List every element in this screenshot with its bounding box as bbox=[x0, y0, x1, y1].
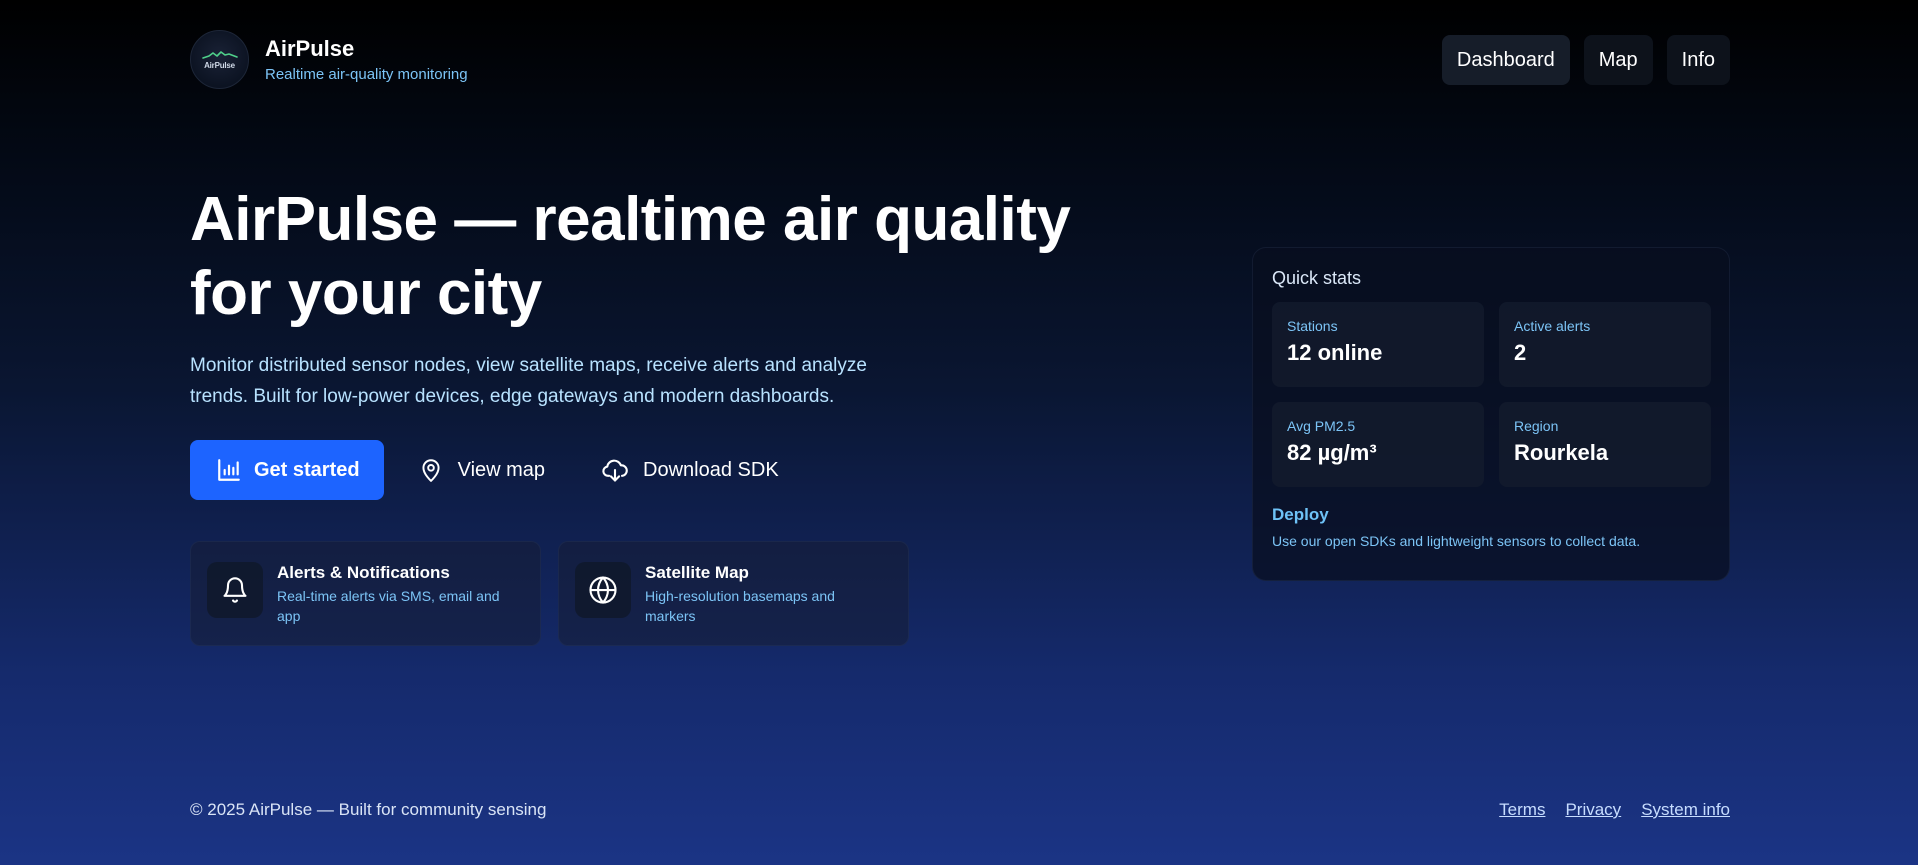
nav-map[interactable]: Map bbox=[1583, 35, 1653, 85]
map-pin-icon bbox=[422, 459, 440, 482]
quick-stats-title: Quick stats bbox=[1272, 268, 1362, 288]
deploy-description: Use our open SDKs and lightweight sensor… bbox=[1272, 533, 1641, 549]
feature-card-alerts[interactable]: Alerts & Notifications Real-time alerts … bbox=[190, 541, 541, 646]
feature-cards: Alerts & Notifications Real-time alerts … bbox=[190, 541, 909, 646]
footer: © 2025 AirPulse — Built for community se… bbox=[190, 800, 1730, 824]
nav-dashboard[interactable]: Dashboard bbox=[1441, 35, 1570, 85]
deploy-title: Deploy bbox=[1272, 505, 1329, 524]
view-map-button[interactable]: View map bbox=[396, 440, 567, 500]
footer-link-system-info[interactable]: System info bbox=[1641, 800, 1730, 820]
feature-description: High-resolution basemaps and markers bbox=[645, 588, 835, 624]
stat-value: Rourkela bbox=[1514, 440, 1609, 465]
hero-actions: Get started View map Download SDK bbox=[190, 440, 801, 500]
get-started-button[interactable]: Get started bbox=[190, 440, 384, 500]
feature-icon-box bbox=[575, 562, 631, 618]
footer-link-privacy[interactable]: Privacy bbox=[1565, 800, 1621, 820]
header: AirPulse AirPulse Realtime air-quality m… bbox=[190, 30, 1730, 90]
brand-tagline: Realtime air-quality monitoring bbox=[265, 66, 468, 83]
nav-info[interactable]: Info bbox=[1666, 35, 1730, 85]
airpulse-logo: AirPulse bbox=[190, 30, 249, 89]
main-nav: Dashboard Map Info bbox=[1441, 35, 1730, 85]
footer-links: Terms Privacy System info bbox=[1499, 800, 1730, 820]
stat-label: Region bbox=[1514, 418, 1559, 434]
stat-value: 12 online bbox=[1287, 340, 1383, 365]
bell-icon bbox=[223, 577, 247, 603]
feature-title: Alerts & Notifications bbox=[277, 563, 450, 582]
cloud-download-icon bbox=[602, 459, 628, 482]
pulse-line-icon bbox=[201, 50, 238, 59]
bar-chart-icon bbox=[218, 459, 240, 481]
stat-label: Avg PM2.5 bbox=[1287, 418, 1356, 434]
brand[interactable]: AirPulse AirPulse Realtime air-quality m… bbox=[190, 30, 468, 89]
download-sdk-button[interactable]: Download SDK bbox=[579, 440, 801, 500]
hero-title: AirPulse — realtime air quality for your… bbox=[190, 185, 1071, 328]
view-map-label: View map bbox=[457, 458, 546, 481]
stat-avg-pm25: Avg PM2.5 82 µg/m³ bbox=[1272, 402, 1484, 487]
feature-description: Real-time alerts via SMS, email and app bbox=[277, 588, 500, 624]
quick-stats-card: Quick stats Stations 12 online Active al… bbox=[1252, 247, 1730, 581]
stat-value: 82 µg/m³ bbox=[1287, 440, 1377, 465]
feature-icon-box bbox=[207, 562, 263, 618]
logo-text: AirPulse bbox=[204, 60, 235, 70]
stat-value: 2 bbox=[1514, 340, 1527, 365]
stat-label: Active alerts bbox=[1514, 318, 1591, 334]
stat-active-alerts: Active alerts 2 bbox=[1499, 302, 1711, 387]
download-sdk-label: Download SDK bbox=[643, 458, 779, 481]
stats-grid: Stations 12 online Active alerts 2 Avg P… bbox=[1272, 302, 1711, 487]
globe-icon bbox=[589, 576, 617, 604]
brand-name: AirPulse bbox=[265, 36, 355, 61]
hero-description: Monitor distributed sensor nodes, view s… bbox=[190, 355, 867, 407]
stat-label: Stations bbox=[1287, 318, 1338, 334]
feature-title: Satellite Map bbox=[645, 563, 749, 582]
stat-stations: Stations 12 online bbox=[1272, 302, 1484, 387]
stat-region: Region Rourkela bbox=[1499, 402, 1711, 487]
feature-card-satellite-map[interactable]: Satellite Map High-resolution basemaps a… bbox=[558, 541, 909, 646]
copyright-text: © 2025 AirPulse — Built for community se… bbox=[190, 800, 547, 819]
get-started-label: Get started bbox=[254, 458, 360, 481]
footer-link-terms[interactable]: Terms bbox=[1499, 800, 1545, 820]
